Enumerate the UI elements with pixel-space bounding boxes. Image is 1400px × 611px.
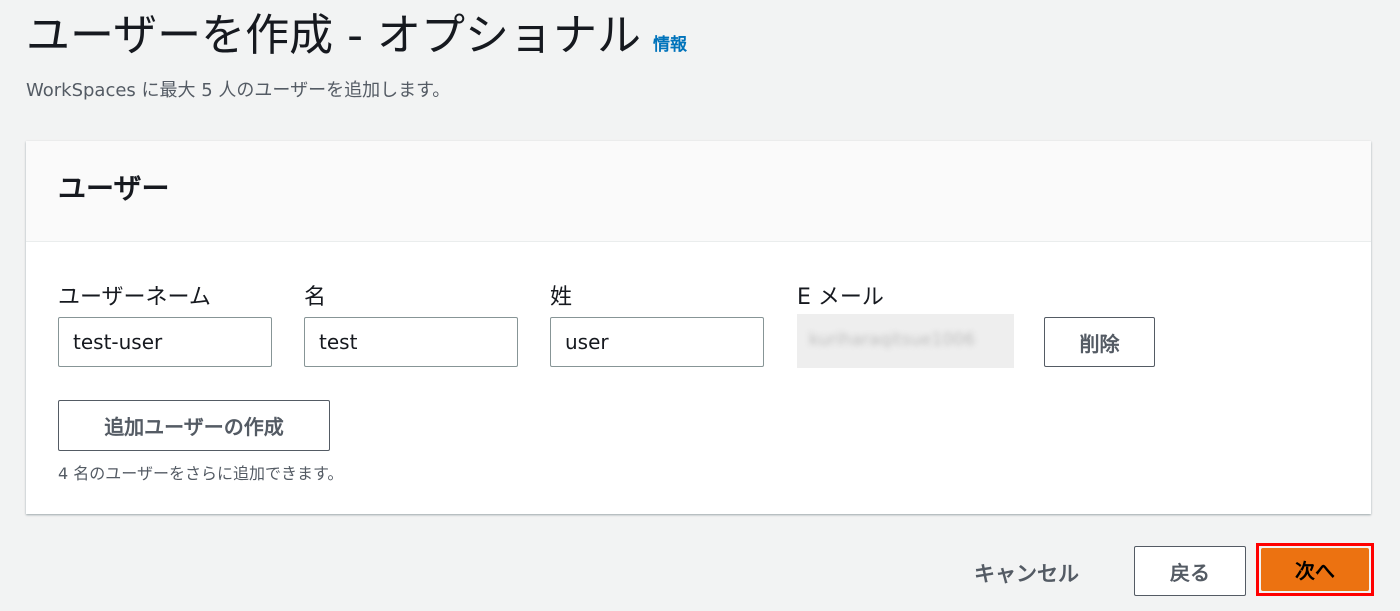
page-subtitle: WorkSpaces に最大 5 人のユーザーを追加します。 bbox=[26, 80, 451, 101]
email-value-blurred: kuriharaqitsue1006 bbox=[809, 330, 975, 350]
username-input[interactable] bbox=[58, 317, 272, 367]
page-header: ユーザーを作成 - オプショナル 情報 bbox=[26, 8, 687, 64]
first-name-label: 名 bbox=[304, 285, 327, 310]
email-label: E メール bbox=[797, 285, 884, 310]
back-button[interactable]: 戻る bbox=[1134, 546, 1246, 596]
panel-title: ユーザー bbox=[58, 172, 170, 205]
last-name-input[interactable] bbox=[550, 317, 764, 367]
cancel-button[interactable]: キャンセル bbox=[974, 558, 1079, 588]
delete-button[interactable]: 削除 bbox=[1044, 317, 1155, 367]
email-field[interactable]: kuriharaqitsue1006 bbox=[797, 314, 1014, 368]
first-name-input[interactable] bbox=[304, 317, 518, 367]
add-user-button[interactable]: 追加ユーザーの作成 bbox=[58, 400, 330, 451]
next-button[interactable]: 次へ bbox=[1261, 548, 1369, 591]
panel-header: ユーザー bbox=[26, 141, 1371, 242]
last-name-label: 姓 bbox=[550, 285, 573, 310]
info-link[interactable]: 情報 bbox=[653, 30, 687, 55]
page-title: ユーザーを作成 - オプショナル bbox=[26, 10, 641, 61]
helper-text: 4 名のユーザーをさらに追加できます。 bbox=[58, 464, 344, 483]
username-label: ユーザーネーム bbox=[58, 285, 211, 310]
